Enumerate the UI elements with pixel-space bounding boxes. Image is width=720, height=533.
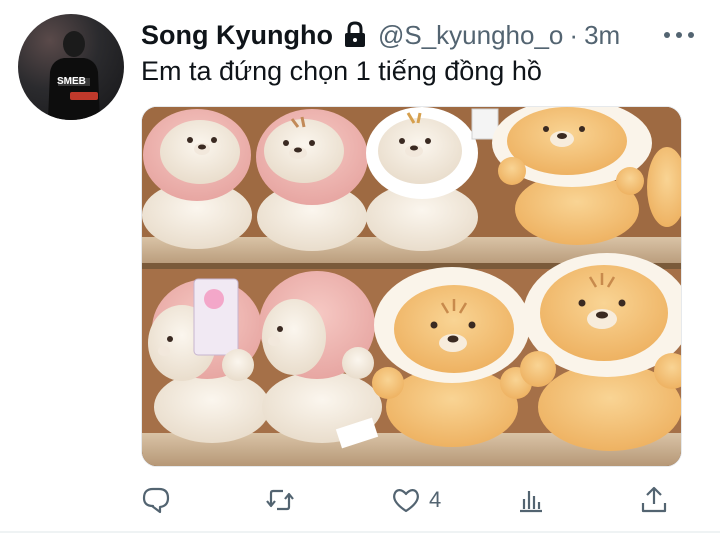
share-icon <box>641 486 667 513</box>
tweet-action-bar: 4 <box>141 478 681 522</box>
analytics-button[interactable] <box>516 478 546 522</box>
tweet-media-image[interactable] <box>141 106 682 467</box>
avatar-person-icon <box>48 31 100 120</box>
reply-button[interactable] <box>141 478 171 522</box>
share-button[interactable] <box>639 478 669 522</box>
tweet-text: Em ta đứng chọn 1 tiếng đồng hồ <box>141 56 542 86</box>
tweet-header: Song Kyungho @S_kyungho_o · 3m <box>141 17 700 53</box>
heart-icon <box>393 489 419 513</box>
lock-icon <box>342 21 368 49</box>
analytics-icon <box>520 491 542 513</box>
avatar[interactable]: SMEB <box>18 14 124 120</box>
plush-lion-toys-photo <box>142 107 681 466</box>
user-handle[interactable]: @S_kyungho_o <box>378 20 563 51</box>
tweet-timestamp[interactable]: 3m <box>584 20 620 51</box>
like-button[interactable]: 4 <box>391 478 441 522</box>
header-separator: · <box>569 19 579 50</box>
display-name[interactable]: Song Kyungho <box>141 20 333 51</box>
more-options-icon[interactable] <box>664 23 694 47</box>
retweet-button[interactable] <box>265 478 295 522</box>
like-count: 4 <box>429 487 442 512</box>
reply-icon <box>142 487 170 514</box>
retweet-icon <box>266 489 294 511</box>
avatar-jersey-text: SMEB <box>57 76 86 87</box>
avatar-jersey-logo <box>70 92 98 100</box>
